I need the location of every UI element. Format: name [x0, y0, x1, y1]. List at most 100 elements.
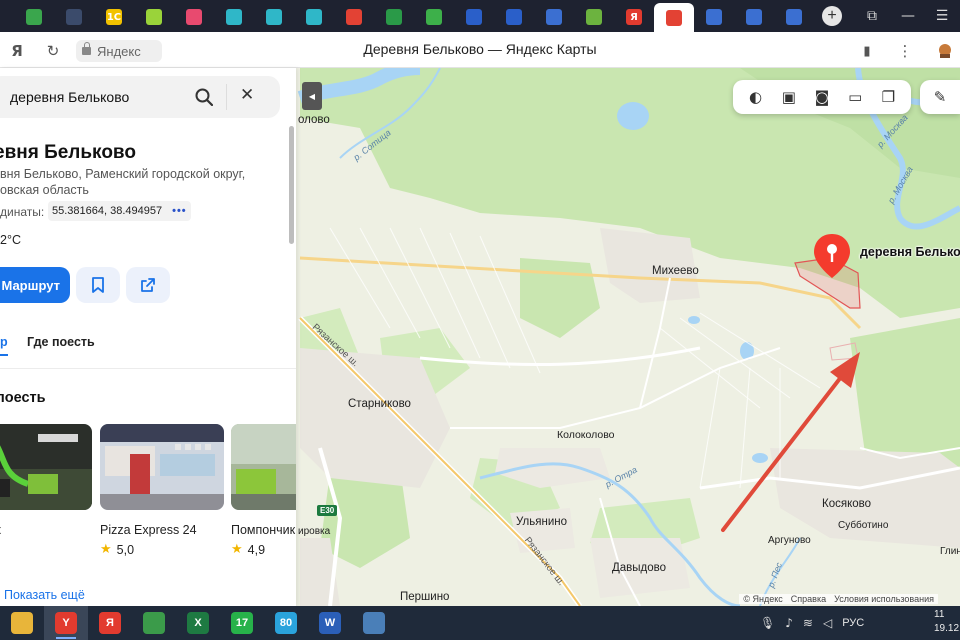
browser-tab[interactable]: [774, 3, 814, 31]
chart-icon: [786, 9, 802, 25]
close-icon[interactable]: ✕: [240, 85, 254, 105]
coordinates-value[interactable]: 55.381664, 38.494957: [52, 205, 162, 217]
browser-tab[interactable]: [454, 3, 494, 31]
place-photo[interactable]: [0, 424, 92, 510]
map-label-ulyanino: Ульянино: [516, 516, 567, 528]
window-menu-icon[interactable]: ☰: [924, 0, 960, 32]
camera-icon[interactable]: ◙: [812, 87, 832, 107]
copyright-terms-link[interactable]: Условия использования: [834, 594, 934, 604]
speaker-icon[interactable]: ♪: [785, 616, 793, 630]
taskbar-app[interactable]: Я: [88, 606, 132, 640]
taskbar-app[interactable]: 80: [264, 606, 308, 640]
document-icon: [546, 9, 562, 25]
share-button[interactable]: [126, 267, 170, 303]
new-tab-button[interactable]: +: [822, 6, 842, 26]
browser-tab[interactable]: [14, 3, 54, 31]
copyright-brand[interactable]: © Яндекс: [743, 594, 782, 604]
browser-tab[interactable]: [174, 3, 214, 31]
browser-tab[interactable]: [494, 3, 534, 31]
search-field[interactable]: деревня Бельково ✕: [0, 76, 280, 118]
place-tabs: р Где поесть: [0, 330, 296, 356]
place-rating-value: 4,9: [247, 542, 266, 557]
browser-tab[interactable]: [374, 3, 414, 31]
layers-icon[interactable]: ◐: [746, 87, 766, 107]
browser-tab[interactable]: Я: [614, 3, 654, 31]
browser-tab[interactable]: [574, 3, 614, 31]
minimize-button[interactable]: —: [890, 0, 926, 32]
taskbar-app[interactable]: 17: [220, 606, 264, 640]
transit-bus-icon[interactable]: ▭: [845, 87, 865, 107]
map-layers-toolbar: ◐ ▣ ◙ ▭ ❐: [733, 80, 911, 114]
system-tray: 🎙 ♪ ≋ ◁ РУС: [760, 606, 864, 640]
house-icon: [426, 9, 442, 25]
dots-icon: [226, 9, 242, 25]
photos-icon: [363, 612, 385, 634]
excel-icon: X: [187, 612, 209, 634]
coordinates-label: динаты:: [0, 205, 45, 219]
microphone-icon[interactable]: 🎙: [760, 616, 775, 630]
place-card[interactable]: Pizza Express 24 ★ 5,0: [100, 424, 224, 557]
browser-tab[interactable]: [734, 3, 774, 31]
browser-tab[interactable]: [694, 3, 734, 31]
spreadsheet-app-icon: [26, 9, 42, 25]
browser-tab[interactable]: [534, 3, 574, 31]
browser-tab[interactable]: [214, 3, 254, 31]
clock-time: 11: [934, 609, 945, 620]
taskbar-app[interactable]: [352, 606, 396, 640]
search-input[interactable]: деревня Бельково: [10, 89, 129, 105]
panorama-icon[interactable]: ▣: [779, 87, 799, 107]
place-name: Pizza Express 24: [100, 523, 197, 537]
place-rating: ★ 5,0: [100, 542, 224, 557]
browser-tab[interactable]: [334, 3, 374, 31]
place-photo[interactable]: [100, 424, 224, 510]
browser-tab[interactable]: [134, 3, 174, 31]
coordinates-chip[interactable]: 55.381664, 38.494957 •••: [48, 201, 191, 221]
search-icon[interactable]: [195, 88, 213, 106]
taskbar-app[interactable]: [132, 606, 176, 640]
map-label-subbotino: Субботино: [838, 520, 889, 531]
collapse-panel-button[interactable]: ◀: [302, 82, 322, 110]
bookmark-button[interactable]: [76, 267, 120, 303]
yandex-browser-icon: Y: [55, 612, 77, 634]
map-label-pershino: Першино: [400, 591, 450, 603]
tab-where-to-eat[interactable]: Где поесть: [27, 335, 95, 349]
map-label-davydovo: Давыдово: [612, 562, 667, 574]
browser-tab[interactable]: [294, 3, 334, 31]
network-icon[interactable]: ≋: [803, 616, 813, 630]
route-button[interactable]: Маршрут: [0, 267, 70, 303]
place-card[interactable]: Помпончик ★ 4,9: [231, 424, 296, 557]
browser-tab[interactable]: [54, 3, 94, 31]
browser-tab[interactable]: [654, 3, 694, 33]
taskbar-app[interactable]: Y: [44, 606, 88, 640]
place-rating: ★ 4,9: [231, 542, 296, 557]
browser-tab[interactable]: [414, 3, 454, 31]
copyright-help-link[interactable]: Справка: [791, 594, 826, 604]
place-name: ончик: [0, 523, 92, 537]
share-icon: [141, 278, 155, 292]
map-pin-icon: [346, 9, 362, 25]
ruler-icon[interactable]: ✎: [920, 80, 960, 114]
ring-icon: [186, 9, 202, 25]
tab-list-icon[interactable]: ⧉: [854, 0, 890, 32]
place-photo[interactable]: [231, 424, 296, 510]
divider: [0, 368, 296, 369]
map-type-icon[interactable]: ❐: [878, 87, 898, 107]
taskbar-app[interactable]: [0, 606, 44, 640]
route-button-label: Маршрут: [1, 277, 60, 293]
place-rating-value: 5,0: [116, 542, 135, 557]
panel-scrollbar[interactable]: [289, 126, 294, 244]
taskbar-clock[interactable]: 11 19.12: [934, 608, 959, 636]
taskbar-app[interactable]: X: [176, 606, 220, 640]
show-more-link[interactable]: Показать ещё: [4, 588, 85, 602]
more-dots-icon[interactable]: •••: [172, 205, 187, 217]
browser-tab[interactable]: 1С: [94, 3, 134, 31]
star-icon: ★: [231, 542, 243, 557]
tab-overview[interactable]: р: [0, 335, 8, 349]
language-indicator[interactable]: РУС: [842, 617, 864, 629]
place-card[interactable]: ончик ★ 9: [0, 424, 92, 557]
map-pin-icon: [666, 10, 682, 26]
browser-tab[interactable]: [254, 3, 294, 31]
location-pin-icon[interactable]: [812, 232, 852, 278]
taskbar-app[interactable]: W: [308, 606, 352, 640]
volume-icon[interactable]: ◁: [823, 616, 832, 630]
